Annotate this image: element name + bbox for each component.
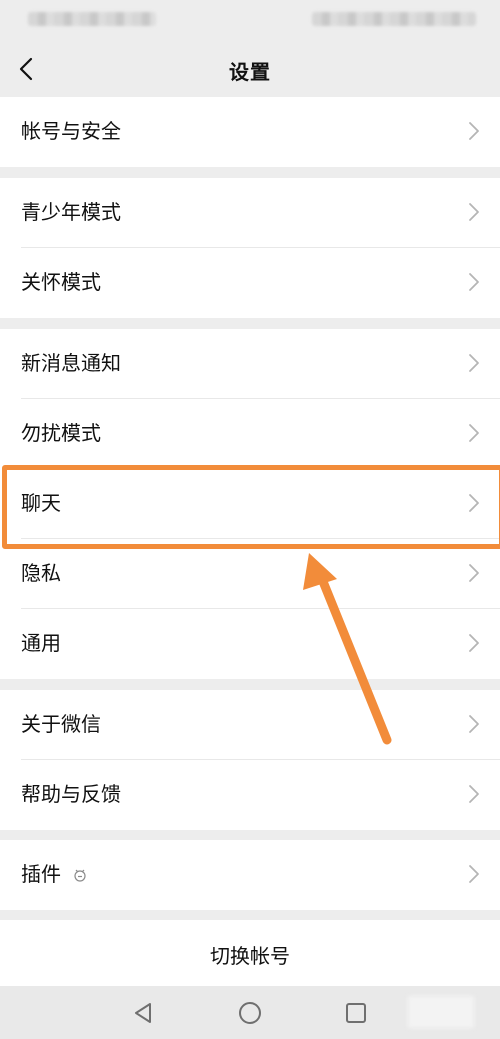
- settings-item-care-mode[interactable]: 关怀模式: [0, 248, 500, 318]
- settings-item-notifications[interactable]: 新消息通知: [0, 329, 500, 399]
- system-nav-bar: [0, 986, 500, 1039]
- chevron-right-icon: [469, 273, 479, 291]
- chevron-right-icon: [469, 203, 479, 221]
- settings-item-teen-mode[interactable]: 青少年模式: [0, 178, 500, 248]
- settings-group-plugins: 插件: [0, 840, 500, 910]
- settings-group-modes: 青少年模式 关怀模式: [0, 178, 500, 318]
- settings-item-label: 勿扰模式: [21, 421, 101, 445]
- settings-item-help-feedback[interactable]: 帮助与反馈: [0, 760, 500, 830]
- settings-item-label: 关怀模式: [21, 270, 101, 294]
- blurred-status-right: [312, 12, 476, 26]
- plugin-icon: [74, 869, 86, 882]
- chevron-right-icon: [469, 634, 479, 652]
- chevron-right-icon: [469, 122, 479, 140]
- settings-item-label: 插件: [21, 862, 61, 886]
- settings-item-general[interactable]: 通用: [0, 609, 500, 679]
- settings-item-do-not-disturb[interactable]: 勿扰模式: [0, 399, 500, 469]
- chevron-right-icon: [469, 715, 479, 733]
- switch-account-button[interactable]: 切换帐号: [0, 920, 500, 986]
- settings-item-label: 隐私: [21, 561, 61, 585]
- settings-item-about-wechat[interactable]: 关于微信: [0, 690, 500, 760]
- settings-item-label: 新消息通知: [21, 351, 121, 375]
- settings-item-label: 青少年模式: [21, 200, 121, 224]
- settings-group-about: 关于微信 帮助与反馈: [0, 690, 500, 830]
- settings-item-label: 帐号与安全: [21, 119, 121, 143]
- settings-item-label: 关于微信: [21, 712, 101, 736]
- blurred-status-left: [28, 12, 156, 26]
- chevron-right-icon: [469, 785, 479, 803]
- triangle-back-icon[interactable]: [130, 1000, 156, 1026]
- chevron-right-icon: [469, 564, 479, 582]
- settings-item-label: 通用: [21, 631, 61, 655]
- nav-bar: 设置: [0, 42, 500, 96]
- circle-home-icon[interactable]: [237, 1000, 263, 1026]
- blurred-nav-area: [408, 996, 474, 1028]
- page-title: 设置: [229, 60, 271, 84]
- chevron-right-icon: [469, 354, 479, 372]
- settings-item-privacy[interactable]: 隐私: [0, 539, 500, 609]
- chevron-right-icon: [469, 424, 479, 442]
- settings-item-account-security[interactable]: 帐号与安全: [0, 97, 500, 167]
- status-bar: [0, 0, 500, 42]
- settings-group-account: 帐号与安全: [0, 97, 500, 167]
- square-recents-icon[interactable]: [343, 1000, 369, 1026]
- settings-item-plugins[interactable]: 插件: [0, 840, 500, 910]
- chevron-right-icon: [469, 865, 479, 883]
- chat-highlight-box: [2, 465, 500, 549]
- switch-account-label: 切换帐号: [210, 944, 290, 968]
- settings-item-label: 帮助与反馈: [21, 782, 121, 806]
